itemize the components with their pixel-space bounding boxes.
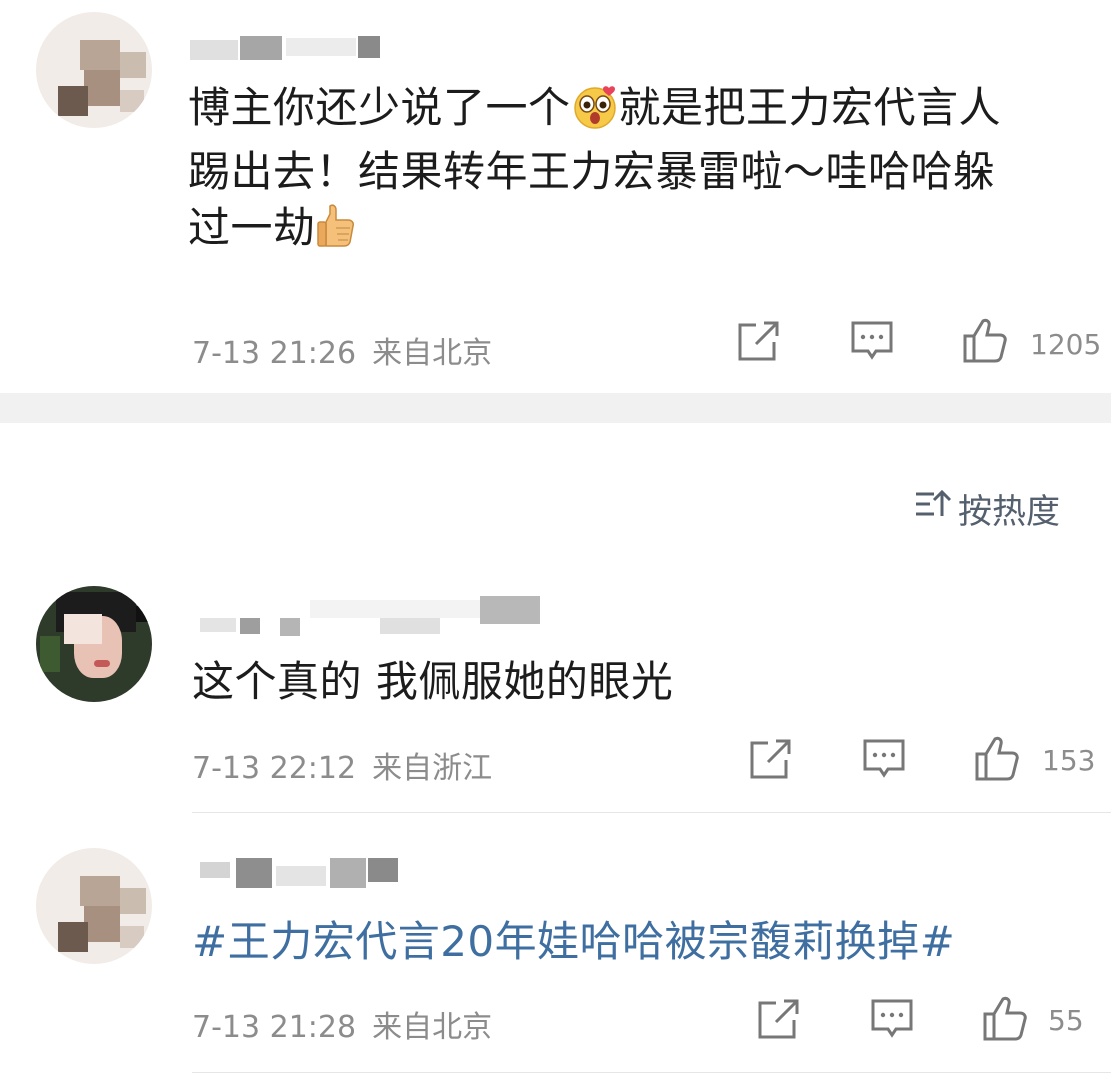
sort-icon [914,488,952,529]
comment-meta: 7-13 21:26 来自北京 [192,328,492,372]
sort-by-heat-button[interactable]: 按热度 [914,484,1060,533]
thumbs-up-emoji [316,202,356,264]
location: 来自北京 [372,1010,493,1045]
comment-icon[interactable] [850,320,894,362]
comment-meta: 7-13 21:28 来自北京 [192,1002,492,1046]
like-icon[interactable] [962,316,1010,364]
timestamp: 7-13 21:28 [192,1010,357,1045]
avatar[interactable] [36,12,152,128]
sort-label: 按热度 [958,492,1060,532]
comment-icon[interactable] [862,738,906,780]
comment-icon[interactable] [870,998,914,1040]
section-divider [0,393,1111,423]
share-icon[interactable] [736,320,780,362]
topic-hashtag-link[interactable]: #王力宏代言20年娃哈哈被宗馥莉换掉# [192,914,955,970]
row-divider [192,1072,1111,1073]
comment-text: 这个真的 我佩服她的眼光 [192,657,674,706]
share-icon[interactable] [748,738,792,780]
comment-meta: 7-13 22:12 来自浙江 [192,743,492,787]
like-icon[interactable] [974,734,1022,782]
avatar[interactable] [36,848,152,964]
like-count: 1205 [1030,328,1102,361]
surprised-face-emoji [571,82,619,144]
avatar[interactable] [36,586,152,702]
like-count: 55 [1048,1004,1084,1037]
comment-text: 博主你还少说了一个 就是把王力宏代言人 踢出去！结果转年王力宏暴雷啦～哇哈哈躲 过… [188,80,1088,264]
location: 来自北京 [372,336,493,371]
row-divider [192,812,1111,813]
like-icon[interactable] [982,994,1030,1042]
share-icon[interactable] [756,998,800,1040]
timestamp: 7-13 22:12 [192,751,357,786]
location: 来自浙江 [372,751,493,786]
timestamp: 7-13 21:26 [192,336,357,371]
like-count: 153 [1042,744,1096,777]
